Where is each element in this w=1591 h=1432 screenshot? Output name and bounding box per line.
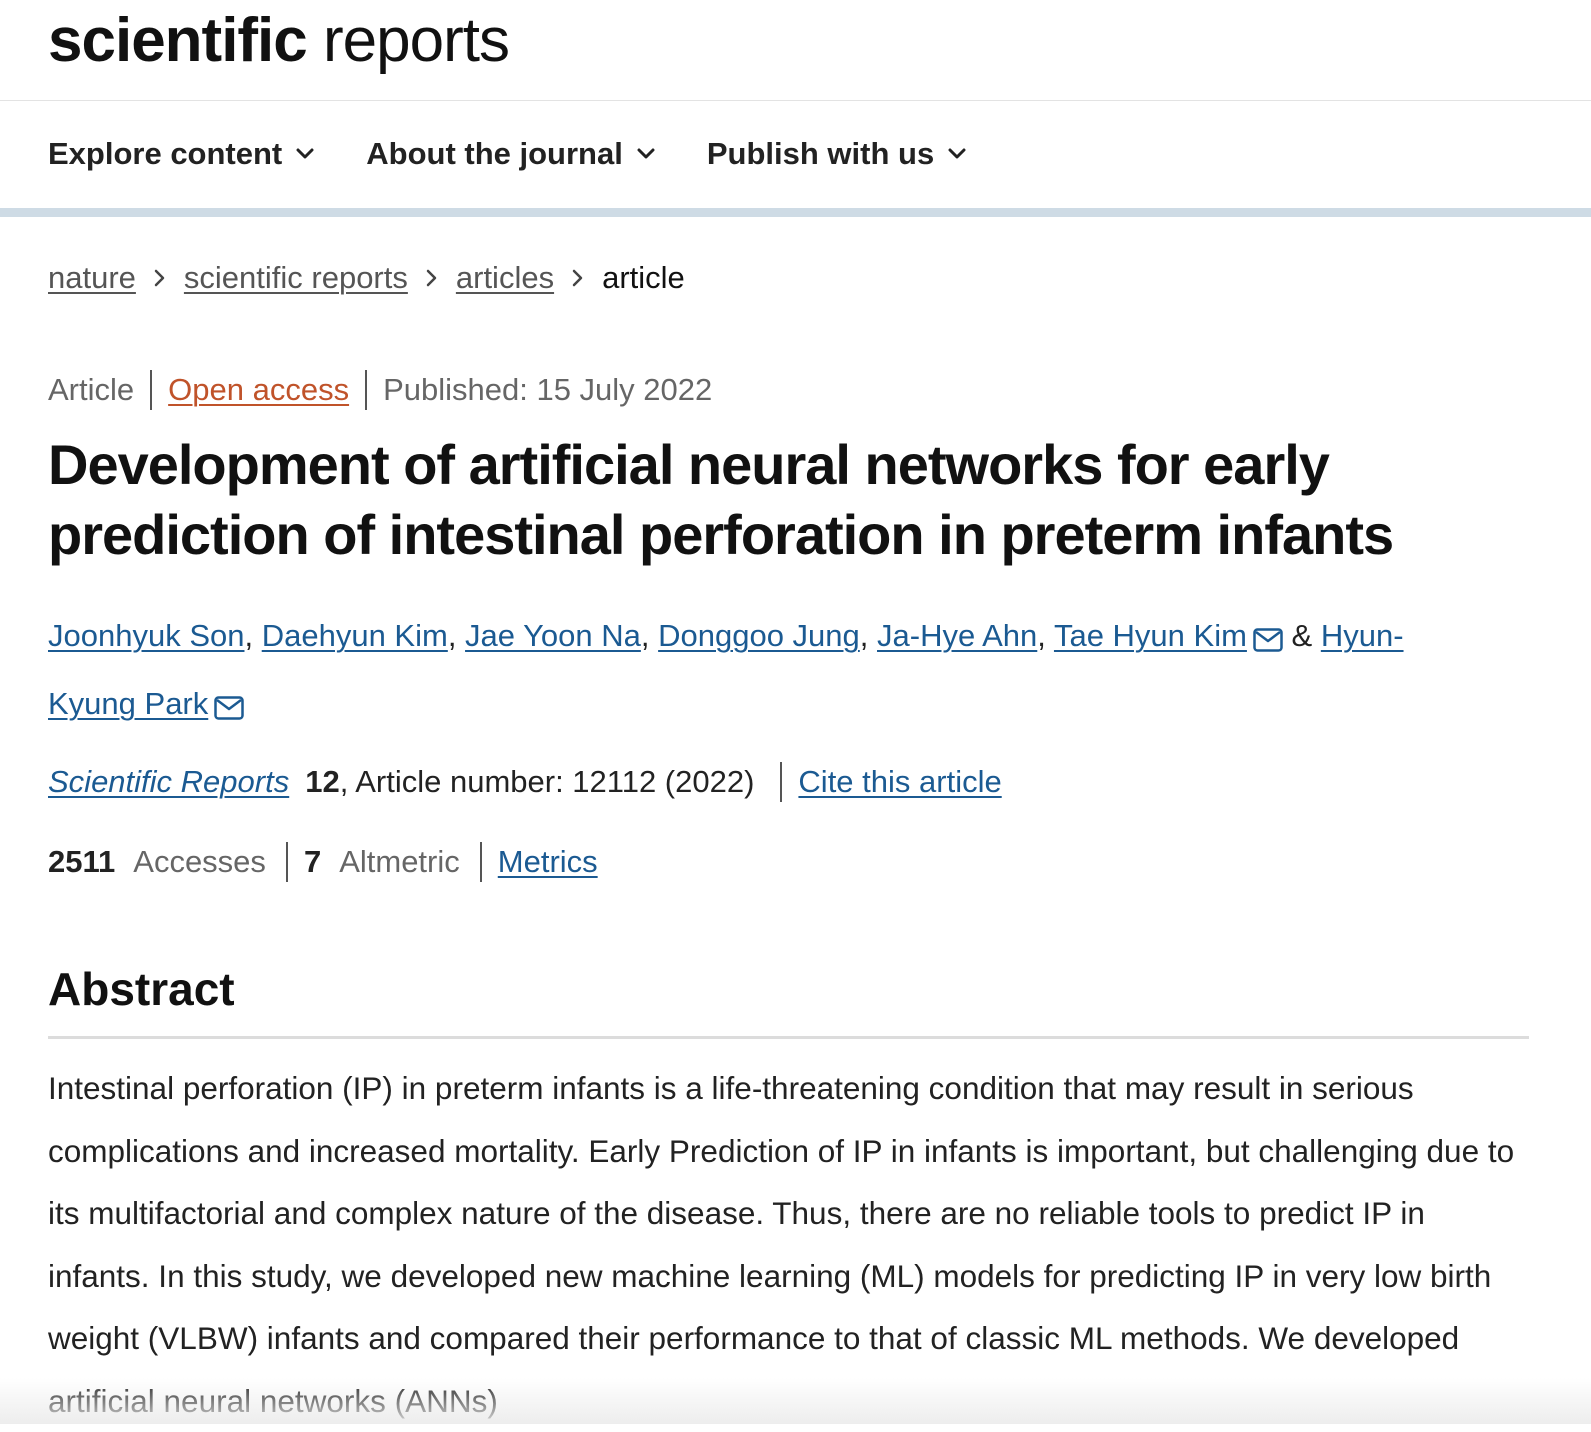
metrics-link[interactable]: Metrics	[498, 844, 598, 880]
author-link[interactable]: Daehyun Kim	[262, 618, 448, 653]
chevron-down-icon	[296, 148, 314, 159]
author-separator-last: &	[1282, 618, 1321, 653]
chevron-right-icon	[572, 269, 584, 287]
nav-about-journal[interactable]: About the journal	[366, 136, 655, 172]
chevron-right-icon	[426, 269, 438, 287]
author-separator: ,	[640, 618, 659, 653]
author-list: Joonhyuk Son, Daehyun Kim, Jae Yoon Na, …	[48, 605, 1468, 741]
breadcrumb: nature scientific reports articles artic…	[48, 260, 685, 296]
altmetric-count: 7	[303, 844, 322, 879]
author-link[interactable]: Tae Hyun Kim	[1054, 618, 1247, 653]
accesses-label: Accesses	[133, 844, 266, 879]
author-separator: ,	[859, 618, 878, 653]
meta-divider	[365, 370, 368, 410]
metrics-divider	[285, 842, 288, 882]
chevron-down-icon	[637, 148, 655, 159]
breadcrumb-link-articles[interactable]: articles	[456, 260, 554, 296]
logo-word-reports: reports	[323, 6, 510, 75]
logo-word-scientific: scientific	[48, 6, 308, 75]
metrics-divider	[479, 842, 482, 882]
main-nav: Explore content About the journal Publis…	[48, 136, 1018, 172]
nav-band-divider	[0, 208, 1591, 217]
author-separator: ,	[244, 618, 262, 653]
abstract-heading: Abstract	[48, 963, 235, 1015]
citation-line: Scientific Reports 12 , Article number: …	[48, 762, 1002, 802]
nav-label: Publish with us	[706, 136, 935, 171]
open-access-link[interactable]: Open access	[168, 372, 349, 408]
header-divider	[0, 100, 1591, 101]
abstract-text: Intestinal perforation (IP) in preterm i…	[48, 1070, 1515, 1419]
journal-volume: 12	[305, 764, 340, 799]
cite-this-article-link[interactable]: Cite this article	[798, 764, 1001, 800]
mail-icon[interactable]	[214, 679, 245, 741]
breadcrumb-link-nature[interactable]: nature	[48, 260, 136, 296]
nav-label: About the journal	[366, 136, 623, 171]
journal-link[interactable]: Scientific Reports	[48, 764, 289, 800]
accesses-count: 2511	[48, 844, 116, 879]
bottom-fade	[0, 1378, 1591, 1424]
nav-explore-content[interactable]: Explore content	[48, 136, 314, 172]
nav-publish-with-us[interactable]: Publish with us	[707, 136, 966, 172]
abstract-divider	[48, 1036, 1529, 1039]
author-separator: ,	[1037, 618, 1054, 653]
nav-label: Explore content	[48, 136, 283, 171]
article-title: Development of artificial neural network…	[48, 433, 1394, 566]
breadcrumb-link-scientific-reports[interactable]: scientific reports	[184, 260, 408, 296]
author-link[interactable]: Joonhyuk Son	[48, 618, 244, 653]
article-metrics: 2511 Accesses 7 Altmetric Metrics	[48, 842, 598, 882]
author-separator: ,	[447, 618, 466, 653]
altmetric-label: Altmetric	[339, 844, 460, 879]
mail-icon[interactable]	[1253, 611, 1283, 673]
meta-divider	[150, 370, 153, 410]
chevron-right-icon	[154, 269, 166, 287]
author-link[interactable]: Jae Yoon Na	[465, 618, 641, 653]
published-date: Published: 15 July 2022	[383, 372, 713, 407]
breadcrumb-current: article	[602, 260, 685, 295]
author-link[interactable]: Donggoo Jung	[658, 618, 860, 653]
journal-logo[interactable]: scientific reports	[48, 10, 510, 72]
author-link[interactable]: Ja-Hye Ahn	[877, 618, 1037, 653]
cite-divider	[780, 762, 783, 802]
chevron-down-icon	[948, 148, 966, 159]
article-meta: Article Open access Published: 15 July 2…	[48, 370, 712, 410]
article-type: Article	[48, 372, 135, 407]
article-number: , Article number: 12112 (2022)	[339, 764, 755, 799]
